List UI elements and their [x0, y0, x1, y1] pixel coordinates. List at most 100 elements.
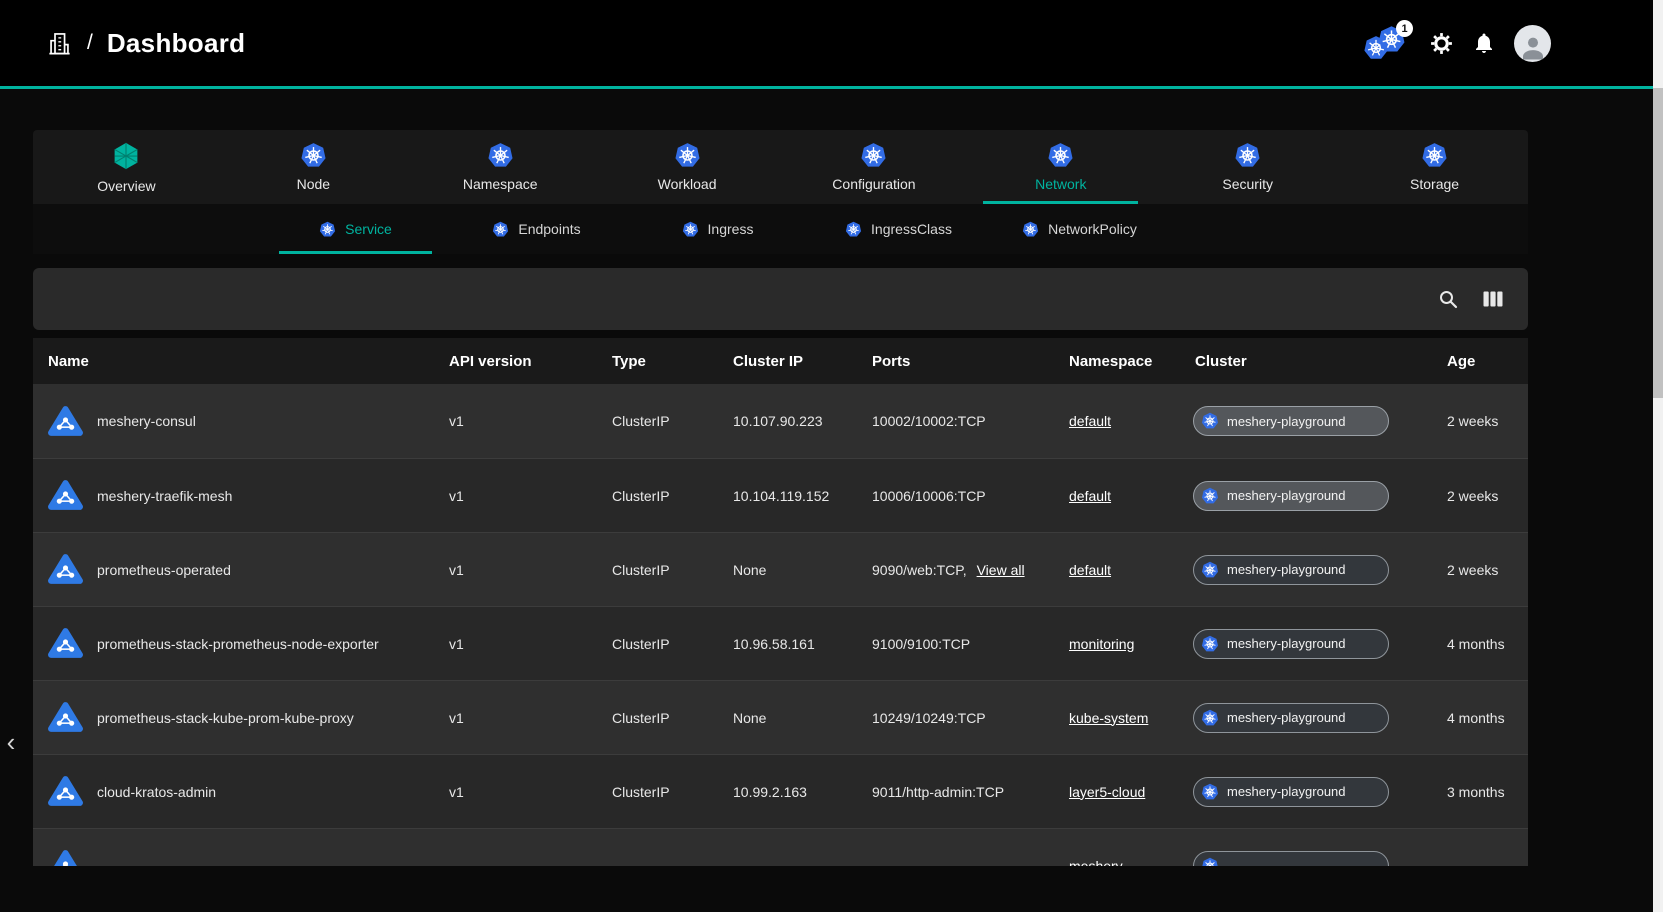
- service-name: cloud-kratos-admin: [97, 784, 216, 800]
- namespace-link[interactable]: meshery-: [1069, 858, 1127, 867]
- column-header-namespace[interactable]: Namespace: [1053, 353, 1179, 370]
- cluster-cell: meshery-playground: [1179, 481, 1431, 511]
- api-version-cell: v1: [433, 562, 596, 578]
- subtab-ingressclass[interactable]: IngressClass: [808, 204, 989, 254]
- subtab-networkpolicy[interactable]: NetworkPolicy: [989, 204, 1170, 254]
- cluster-chip[interactable]: meshery-playground: [1193, 555, 1389, 585]
- namespace-link[interactable]: kube-system: [1069, 710, 1148, 726]
- kubernetes-icon: [1201, 487, 1219, 505]
- tab-node[interactable]: Node: [220, 130, 407, 204]
- kubernetes-icon: [1201, 857, 1219, 867]
- namespace-link[interactable]: default: [1069, 413, 1111, 429]
- cluster-chip[interactable]: meshery-playground: [1193, 777, 1389, 807]
- subtab-ingress[interactable]: Ingress: [627, 204, 808, 254]
- table-row[interactable]: prometheus-operated v1 ClusterIP None 90…: [33, 532, 1528, 606]
- kubernetes-icon: [845, 221, 862, 238]
- column-header-ports[interactable]: Ports: [856, 353, 1053, 370]
- namespace-link[interactable]: layer5-cloud: [1069, 784, 1145, 800]
- type-cell: ClusterIP: [596, 784, 717, 800]
- kubernetes-icon: [1201, 709, 1219, 727]
- vertical-scrollbar[interactable]: [1653, 0, 1663, 912]
- name-cell: prometheus-stack-prometheus-node-exporte…: [33, 625, 433, 662]
- search-button[interactable]: [1436, 287, 1460, 311]
- meshery-logo-icon: [111, 141, 141, 171]
- cluster-ip-cell: None: [717, 562, 856, 578]
- tab-label: Storage: [1410, 176, 1459, 192]
- service-icon: [47, 403, 84, 440]
- tab-overview[interactable]: Overview: [33, 130, 220, 204]
- namespace-cell: default: [1053, 562, 1179, 578]
- table-row[interactable]: cloud-kratos-admin v1 ClusterIP 10.99.2.…: [33, 754, 1528, 828]
- table-toolbar: [33, 268, 1528, 330]
- collapse-drawer-button[interactable]: ‹: [0, 722, 22, 762]
- column-header-api-version[interactable]: API version: [433, 353, 596, 370]
- cluster-chip[interactable]: meshery-playground: [1193, 481, 1389, 511]
- column-header-name[interactable]: Name: [33, 353, 433, 370]
- tab-security[interactable]: Security: [1154, 130, 1341, 204]
- ports-value: 10006/10006:TCP: [872, 488, 986, 504]
- network-resource-subtabs: Service Endpoints Ingress IngressClass N…: [33, 204, 1528, 254]
- table-header-row: Name API version Type Cluster IP Ports N…: [33, 338, 1528, 384]
- cluster-chip[interactable]: meshery-playground: [1193, 629, 1389, 659]
- table-row[interactable]: prometheus-stack-kube-prom-kube-proxy v1…: [33, 680, 1528, 754]
- cluster-ip-cell: 10.99.2.163: [717, 784, 856, 800]
- tab-configuration[interactable]: Configuration: [781, 130, 968, 204]
- view-columns-button[interactable]: [1480, 287, 1504, 311]
- namespace-link[interactable]: default: [1069, 562, 1111, 578]
- cluster-chip[interactable]: [1193, 851, 1389, 867]
- subtab-label: NetworkPolicy: [1048, 221, 1137, 237]
- notifications-button[interactable]: [1472, 31, 1496, 55]
- settings-button[interactable]: [1429, 31, 1454, 56]
- subtab-service[interactable]: Service: [265, 204, 446, 254]
- table-row[interactable]: prometheus-stack-prometheus-node-exporte…: [33, 606, 1528, 680]
- namespace-cell: kube-system: [1053, 710, 1179, 726]
- kubernetes-icon: [300, 142, 327, 169]
- age-cell: 4 months: [1431, 636, 1528, 652]
- page-title: Dashboard: [107, 28, 246, 59]
- services-table: Name API version Type Cluster IP Ports N…: [33, 338, 1528, 866]
- column-header-cluster-ip[interactable]: Cluster IP: [717, 353, 856, 370]
- kubernetes-icon: [1201, 561, 1219, 579]
- subtab-endpoints[interactable]: Endpoints: [446, 204, 627, 254]
- column-header-type[interactable]: Type: [596, 353, 717, 370]
- building-icon[interactable]: [46, 30, 73, 57]
- column-header-cluster[interactable]: Cluster: [1179, 353, 1431, 370]
- profile-button[interactable]: [1514, 25, 1551, 62]
- cluster-chip-label: meshery-playground: [1227, 414, 1346, 429]
- view-all-ports-link[interactable]: View all: [977, 562, 1025, 578]
- type-cell: ClusterIP: [596, 710, 717, 726]
- cluster-chip-label: meshery-playground: [1227, 562, 1346, 577]
- tab-workload[interactable]: Workload: [594, 130, 781, 204]
- table-body: meshery-consul v1 ClusterIP 10.107.90.22…: [33, 384, 1528, 866]
- cluster-chip[interactable]: meshery-playground: [1193, 406, 1389, 436]
- cluster-context-button[interactable]: 1: [1363, 23, 1411, 63]
- kubernetes-icon: [1047, 142, 1074, 169]
- tab-storage[interactable]: Storage: [1341, 130, 1528, 204]
- ports-value: 9100/9100:TCP: [872, 636, 970, 652]
- scrollbar-thumb[interactable]: [1653, 88, 1663, 398]
- namespace-link[interactable]: default: [1069, 488, 1111, 504]
- table-row[interactable]: meshery-consul v1 ClusterIP 10.107.90.22…: [33, 384, 1528, 458]
- cluster-cell: meshery-playground: [1179, 777, 1431, 807]
- tab-network[interactable]: Network: [967, 130, 1154, 204]
- cluster-chip[interactable]: meshery-playground: [1193, 703, 1389, 733]
- cluster-ip-cell: 10.104.119.152: [717, 488, 856, 504]
- cluster-cell: meshery-playground: [1179, 703, 1431, 733]
- tab-label: Workload: [658, 176, 717, 192]
- tab-namespace[interactable]: Namespace: [407, 130, 594, 204]
- namespace-link[interactable]: monitoring: [1069, 636, 1134, 652]
- cluster-chip-label: meshery-playground: [1227, 488, 1346, 503]
- table-row[interactable]: meshery-traefik-mesh v1 ClusterIP 10.104…: [33, 458, 1528, 532]
- column-header-age[interactable]: Age: [1431, 353, 1528, 370]
- table-row[interactable]: meshery-: [33, 828, 1528, 866]
- age-cell: 2 weeks: [1431, 413, 1528, 429]
- service-icon: [47, 847, 84, 866]
- cluster-ip-cell: 10.96.58.161: [717, 636, 856, 652]
- service-icon: [47, 551, 84, 588]
- service-name: prometheus-stack-prometheus-node-exporte…: [97, 636, 379, 652]
- service-icon: [47, 773, 84, 810]
- kubernetes-icon: [1201, 635, 1219, 653]
- subtab-label: Endpoints: [518, 221, 580, 237]
- age-cell: 4 months: [1431, 710, 1528, 726]
- cluster-cell: meshery-playground: [1179, 555, 1431, 585]
